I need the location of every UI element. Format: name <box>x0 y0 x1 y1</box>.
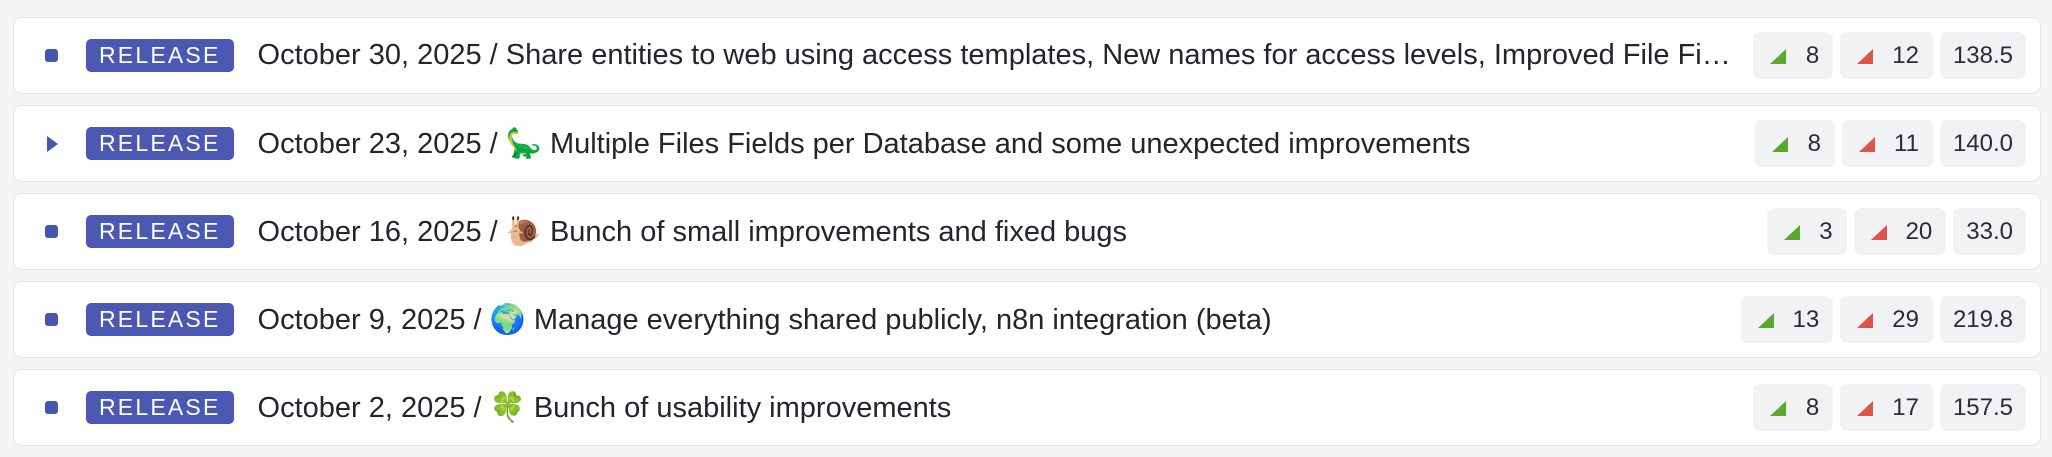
triangle-up-icon <box>1757 312 1774 328</box>
triangle-down-icon <box>1859 136 1876 152</box>
upvote-stat[interactable]: 3 <box>1766 208 1847 255</box>
triangle-down-icon <box>1870 224 1887 240</box>
release-title[interactable]: October 16, 2025 / 🐌 Bunch of small impr… <box>258 215 1747 249</box>
release-list: RELEASE October 30, 2025 / Share entitie… <box>13 17 2041 457</box>
release-tag: RELEASE <box>86 127 234 160</box>
triangle-up-icon <box>1772 136 1789 152</box>
release-tag: RELEASE <box>86 391 234 424</box>
triangle-down-icon <box>1857 312 1874 328</box>
release-title[interactable]: October 30, 2025 / Share entities to web… <box>258 39 1734 72</box>
release-stats: 8 12 138.5 <box>1753 32 2026 79</box>
score-value: 138.5 <box>1939 32 2026 79</box>
downvote-stat[interactable]: 11 <box>1842 120 1933 167</box>
downvote-count: 17 <box>1892 393 1919 421</box>
triangle-down-icon <box>1857 48 1874 64</box>
expand-triangle-icon[interactable] <box>44 135 58 152</box>
downvote-count: 29 <box>1892 305 1919 333</box>
release-tag: RELEASE <box>86 39 234 72</box>
bullet-square-icon[interactable] <box>44 313 58 327</box>
upvote-count: 8 <box>1807 129 1822 157</box>
bullet-square-icon[interactable] <box>44 49 58 63</box>
downvote-count: 11 <box>1894 129 1919 157</box>
release-stats: 3 20 33.0 <box>1766 208 2026 255</box>
release-row[interactable]: RELEASE October 30, 2025 / Share entitie… <box>13 17 2041 94</box>
triangle-up-icon <box>1783 224 1800 240</box>
release-row[interactable]: RELEASE October 9, 2025 / 🌍 Manage every… <box>13 281 2041 358</box>
release-stats: 8 17 157.5 <box>1753 384 2026 431</box>
downvote-stat[interactable]: 20 <box>1853 208 1947 255</box>
release-title[interactable]: October 9, 2025 / 🌍 Manage everything sh… <box>258 303 1721 337</box>
upvote-stat[interactable]: 8 <box>1755 120 1836 167</box>
bullet-square-icon[interactable] <box>44 225 58 239</box>
bullet-square-icon[interactable] <box>44 401 58 415</box>
downvote-stat[interactable]: 29 <box>1840 296 1933 343</box>
upvote-count: 13 <box>1792 305 1820 333</box>
score-value: 157.5 <box>1939 384 2026 431</box>
downvote-count: 20 <box>1905 217 1933 245</box>
downvote-count: 12 <box>1892 41 1919 69</box>
release-row[interactable]: RELEASE October 23, 2025 / 🦕 Multiple Fi… <box>13 105 2041 182</box>
upvote-stat[interactable]: 8 <box>1753 32 1834 79</box>
upvote-stat[interactable]: 8 <box>1753 384 1834 431</box>
triangle-up-icon <box>1770 48 1787 64</box>
release-tag: RELEASE <box>86 215 234 248</box>
release-row[interactable]: RELEASE October 2, 2025 / 🍀 Bunch of usa… <box>13 369 2041 446</box>
upvote-count: 3 <box>1819 217 1833 245</box>
triangle-up-icon <box>1770 400 1787 416</box>
downvote-stat[interactable]: 12 <box>1840 32 1933 79</box>
upvote-count: 8 <box>1805 393 1820 421</box>
score-value: 219.8 <box>1939 296 2026 343</box>
triangle-down-icon <box>1857 400 1874 416</box>
release-stats: 8 11 140.0 <box>1755 120 2026 167</box>
score-value: 140.0 <box>1939 120 2026 167</box>
release-row[interactable]: RELEASE October 16, 2025 / 🐌 Bunch of sm… <box>13 193 2041 270</box>
upvote-stat[interactable]: 13 <box>1740 296 1834 343</box>
upvote-count: 8 <box>1805 41 1820 69</box>
downvote-stat[interactable]: 17 <box>1840 384 1933 431</box>
score-value: 33.0 <box>1953 208 2026 255</box>
release-stats: 13 29 219.8 <box>1740 296 2026 343</box>
release-title[interactable]: October 23, 2025 / 🦕 Multiple Files Fiel… <box>258 127 1736 161</box>
release-title[interactable]: October 2, 2025 / 🍀 Bunch of usability i… <box>258 391 1734 425</box>
release-tag: RELEASE <box>86 303 234 336</box>
